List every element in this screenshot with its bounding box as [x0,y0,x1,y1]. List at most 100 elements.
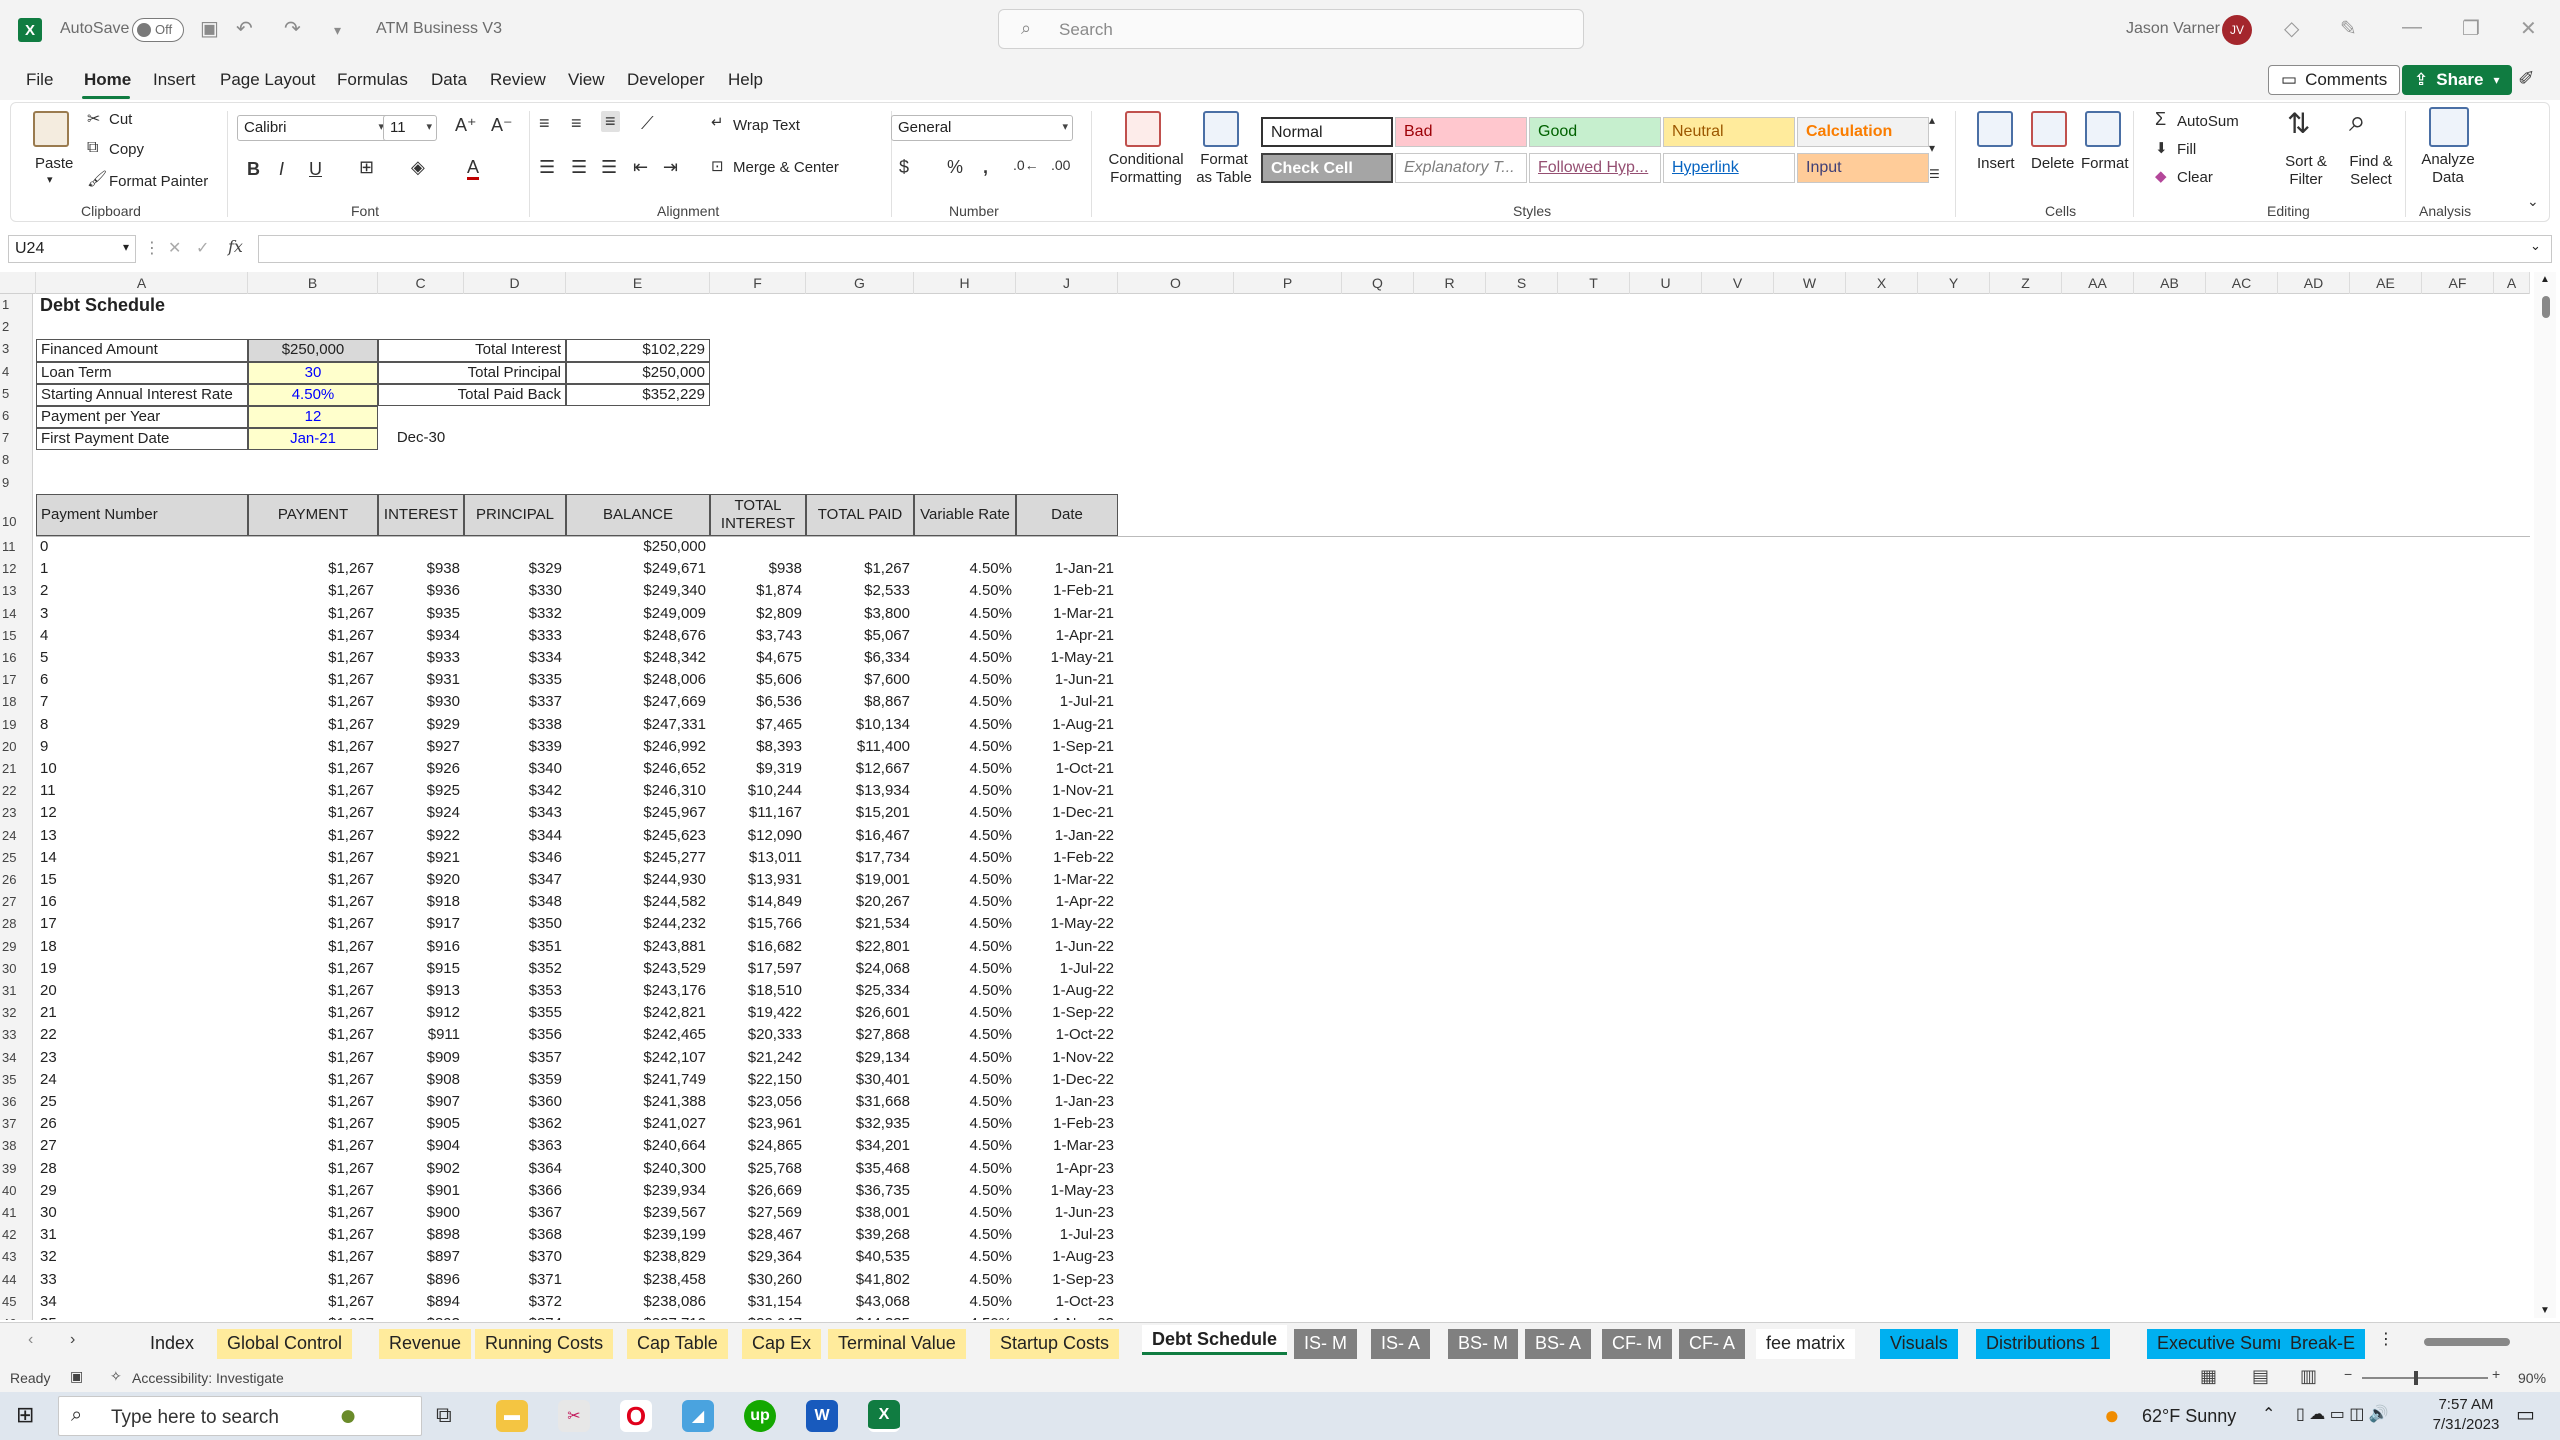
input-label[interactable]: Loan Term [36,361,248,384]
row-header[interactable]: 16 [0,646,33,670]
sheet-tab[interactable]: IS- A [1371,1329,1431,1359]
gallery-down-icon[interactable]: ▾ [1929,141,1935,155]
table-cell[interactable]: $23,056 [710,1092,806,1114]
row-header[interactable]: 7 [0,427,33,450]
table-cell[interactable]: 1-Jan-23 [1016,1092,1118,1114]
table-cell[interactable]: $363 [464,1136,566,1158]
fill-color-icon[interactable]: ◈ [411,157,425,178]
sheet-tab[interactable]: Debt Schedule [1142,1325,1288,1355]
table-cell[interactable] [378,537,464,559]
insert-function-icon[interactable]: fx [228,237,243,256]
underline-icon[interactable]: U [309,159,322,180]
table-cell[interactable]: 35 [36,1314,248,1320]
save-icon[interactable]: ▣ [200,16,219,41]
table-cell[interactable]: $11,400 [806,737,914,759]
increase-indent-icon[interactable]: ⇥ [663,157,678,178]
sheet-tab[interactable]: Terminal Value [828,1329,966,1359]
table-cell[interactable]: $9,319 [710,759,806,781]
table-cell[interactable]: $343 [464,803,566,825]
table-cell[interactable] [248,537,378,559]
table-cell[interactable]: $1,267 [248,870,378,892]
cell-style-calculation[interactable]: Calculation [1797,117,1929,147]
table-header[interactable]: PAYMENT [248,493,378,536]
table-cell[interactable]: $40,535 [806,1247,914,1269]
decrease-decimal-icon[interactable]: .00 [1051,157,1070,173]
clock-time[interactable]: 7:57 AM [2426,1396,2506,1413]
table-cell[interactable]: $1,267 [248,759,378,781]
row-header[interactable]: 34 [0,1046,33,1069]
table-cell[interactable]: 9 [36,737,248,759]
table-cell[interactable]: $333 [464,626,566,648]
table-cell[interactable]: $238,829 [566,1247,710,1269]
table-cell[interactable]: 11 [36,781,248,803]
table-cell[interactable]: $239,934 [566,1181,710,1203]
table-cell[interactable]: $894 [378,1292,464,1314]
row-header[interactable]: 4 [0,360,33,383]
table-cell[interactable]: $934 [378,626,464,648]
table-cell[interactable]: $334 [464,648,566,670]
table-cell[interactable]: $335 [464,670,566,692]
table-cell[interactable]: $366 [464,1181,566,1203]
search-box[interactable]: ⌕ Search [998,9,1584,49]
table-cell[interactable]: 1-Aug-22 [1016,981,1118,1003]
table-cell[interactable]: 4.50% [914,648,1016,670]
sheet-tab[interactable]: CF- A [1679,1329,1746,1359]
table-cell[interactable]: $362 [464,1114,566,1136]
table-cell[interactable]: $1,874 [710,581,806,603]
table-cell[interactable]: 0 [36,537,248,559]
column-header[interactable]: AF [2422,272,2494,294]
table-cell[interactable]: 21 [36,1003,248,1025]
table-cell[interactable]: $338 [464,715,566,737]
app-icon[interactable]: ◢ [682,1400,714,1432]
table-cell[interactable]: $21,242 [710,1048,806,1070]
table-cell[interactable]: $922 [378,826,464,848]
table-cell[interactable]: 4.50% [914,1225,1016,1247]
tab-developer[interactable]: Developer [627,70,705,90]
column-header[interactable]: F [710,272,806,294]
row-header[interactable]: 42 [0,1224,33,1247]
row-header[interactable]: 19 [0,713,33,736]
table-cell[interactable]: $41,802 [806,1270,914,1292]
table-cell[interactable]: 4.50% [914,1270,1016,1292]
notification-icon[interactable]: ▭ [2516,1402,2535,1427]
table-cell[interactable]: $367 [464,1203,566,1225]
gallery-more-icon[interactable]: ☰ [1929,167,1940,181]
table-cell[interactable]: $1,267 [248,1270,378,1292]
bold-icon[interactable]: B [247,159,260,180]
table-cell[interactable]: $242,821 [566,1003,710,1025]
table-cell[interactable]: $32,935 [806,1114,914,1136]
table-cell[interactable]: $247,331 [566,715,710,737]
table-cell[interactable] [710,537,806,559]
increase-font-icon[interactable]: A⁺ [455,115,477,136]
share-button[interactable]: ⇪ Share ▾ [2402,65,2512,95]
table-cell[interactable]: 19 [36,959,248,981]
cell-style-neutral[interactable]: Neutral [1663,117,1795,147]
table-cell[interactable] [1016,537,1118,559]
table-cell[interactable]: $925 [378,781,464,803]
table-cell[interactable]: 4.50% [914,848,1016,870]
table-cell[interactable]: $1,267 [248,1292,378,1314]
table-cell[interactable]: $5,067 [806,626,914,648]
table-cell[interactable]: $1,267 [248,1314,378,1320]
row-header[interactable]: 29 [0,935,33,958]
table-cell[interactable]: $1,267 [248,959,378,981]
table-cell[interactable]: 4.50% [914,759,1016,781]
table-cell[interactable]: $1,267 [248,803,378,825]
table-cell[interactable]: $17,734 [806,848,914,870]
align-middle-icon[interactable]: ≡ [571,113,582,134]
more-icon[interactable]: ⋮ [144,238,160,258]
table-cell[interactable]: $19,001 [806,870,914,892]
increase-decimal-icon[interactable]: .0← [1013,157,1039,173]
table-cell[interactable]: $16,467 [806,826,914,848]
column-header[interactable]: AC [2206,272,2278,294]
table-cell[interactable]: $238,458 [566,1270,710,1292]
summary-value[interactable]: $250,000 [566,361,710,384]
table-cell[interactable]: $357 [464,1048,566,1070]
name-box[interactable]: U24 ▾ [8,235,136,263]
pen-icon[interactable]: ✎ [2340,16,2357,41]
table-cell[interactable]: 32 [36,1247,248,1269]
table-cell[interactable]: 24 [36,1070,248,1092]
table-cell[interactable]: $1,267 [248,826,378,848]
table-cell[interactable]: $1,267 [248,559,378,581]
table-cell[interactable]: 13 [36,826,248,848]
